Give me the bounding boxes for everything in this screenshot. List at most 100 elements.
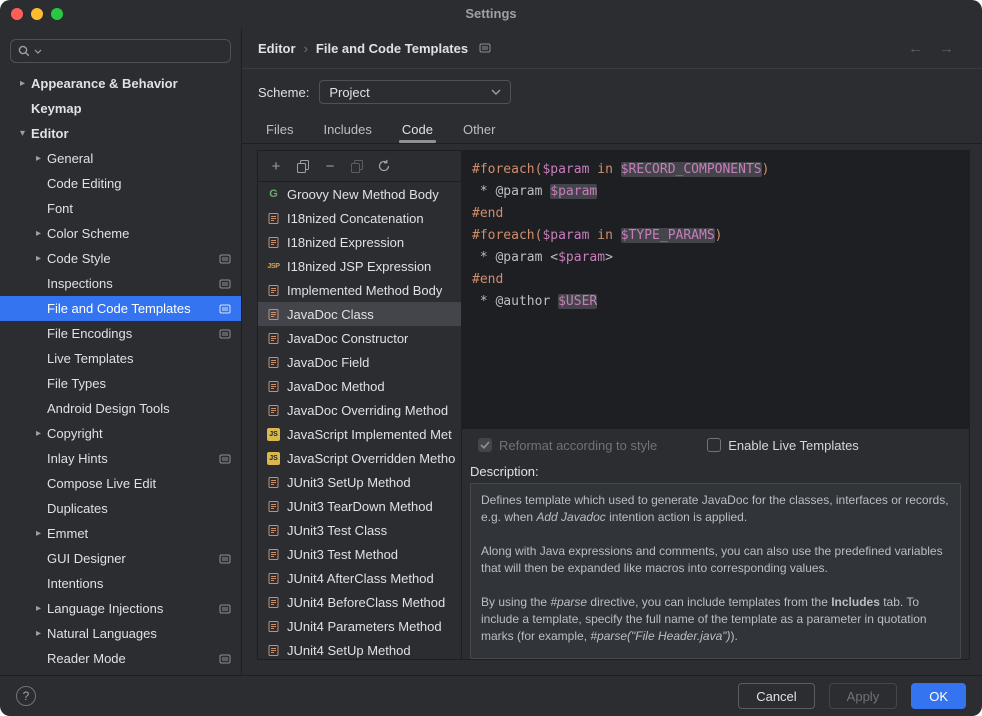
in-editor-view-icon[interactable]	[479, 42, 491, 54]
tab-other[interactable]: Other	[463, 116, 496, 143]
template-item-junit4-parameters-method[interactable]: JUnit4 Parameters Method	[258, 614, 461, 638]
enable-live-templates-checkbox[interactable]: Enable Live Templates	[707, 438, 859, 453]
chevron-right-icon[interactable]: ▸	[30, 428, 47, 439]
template-item-junit4-afterclass-method[interactable]: JUnit4 AfterClass Method	[258, 566, 461, 590]
sidebar-item-label: Keymap	[31, 101, 82, 116]
ok-button[interactable]: OK	[911, 683, 966, 709]
template-item-i18nized-jsp-expression[interactable]: JSPI18nized JSP Expression	[258, 254, 461, 278]
revert-icon[interactable]	[376, 158, 392, 174]
sidebar-item-compose-live-edit[interactable]: Compose Live Edit	[0, 471, 241, 496]
template-item-javadoc-overriding-method[interactable]: JavaDoc Overriding Method	[258, 398, 461, 422]
template-item-javadoc-field[interactable]: JavaDoc Field	[258, 350, 461, 374]
help-button[interactable]: ?	[16, 686, 36, 706]
chevron-right-icon[interactable]: ▸	[30, 253, 47, 264]
cancel-button[interactable]: Cancel	[738, 683, 814, 709]
chevron-right-icon[interactable]: ▸	[30, 153, 47, 164]
template-item-implemented-method-body[interactable]: Implemented Method Body	[258, 278, 461, 302]
template-item-i18nized-concatenation[interactable]: I18nized Concatenation	[258, 206, 461, 230]
close-button[interactable]	[11, 8, 23, 20]
tab-code[interactable]: Code	[402, 116, 433, 143]
template-item-groovy-new-method-body[interactable]: GGroovy New Method Body	[258, 182, 461, 206]
template-item-junit3-teardown-method[interactable]: JUnit3 TearDown Method	[258, 494, 461, 518]
sidebar-item-intentions[interactable]: Intentions	[0, 571, 241, 596]
chevron-down-icon[interactable]: ▾	[14, 128, 31, 139]
sidebar-item-android-design-tools[interactable]: Android Design Tools	[0, 396, 241, 421]
sidebar-item-emmet[interactable]: ▸Emmet	[0, 521, 241, 546]
chevron-right-icon[interactable]: ▸	[14, 78, 31, 89]
sidebar-item-file-types[interactable]: File Types	[0, 371, 241, 396]
sidebar-item-file-and-code-templates[interactable]: File and Code Templates	[0, 296, 241, 321]
chevron-right-icon[interactable]: ▸	[30, 228, 47, 239]
template-item-javadoc-constructor[interactable]: JavaDoc Constructor	[258, 326, 461, 350]
template-item-i18nized-expression[interactable]: I18nized Expression	[258, 230, 461, 254]
template-item-junit4-beforeclass-method[interactable]: JUnit4 BeforeClass Method	[258, 590, 461, 614]
sidebar-item-language-injections[interactable]: ▸Language Injections	[0, 596, 241, 621]
sidebar-item-natural-languages[interactable]: ▸Natural Languages	[0, 621, 241, 646]
sidebar-item-editor[interactable]: ▾Editor	[0, 121, 241, 146]
tpl-icon	[266, 596, 281, 609]
minimize-button[interactable]	[31, 8, 43, 20]
sidebar-item-reader-mode[interactable]: Reader Mode	[0, 646, 241, 671]
template-item-label: JUnit4 BeforeClass Method	[287, 595, 445, 610]
zoom-button[interactable]	[51, 8, 63, 20]
editor-preview-icon	[219, 278, 231, 290]
template-item-junit4-setup-method[interactable]: JUnit4 SetUp Method	[258, 638, 461, 659]
sidebar-item-label: Language Injections	[47, 601, 163, 616]
template-item-junit3-test-method[interactable]: JUnit3 Test Method	[258, 542, 461, 566]
chevron-right-icon[interactable]: ▸	[30, 628, 47, 639]
add-icon[interactable]: +	[268, 158, 284, 174]
settings-window: Settings ▸Appearance & BehaviorKeymap▾Ed…	[0, 0, 982, 716]
apply-button[interactable]: Apply	[829, 683, 898, 709]
sidebar-item-label: Inlay Hints	[47, 451, 108, 466]
template-item-javascript-overridden-metho[interactable]: JSJavaScript Overridden Metho	[258, 446, 461, 470]
chevron-down-icon[interactable]	[34, 49, 42, 54]
template-item-label: JUnit4 Parameters Method	[287, 619, 442, 634]
sidebar-item-code-style[interactable]: ▸Code Style	[0, 246, 241, 271]
chevron-right-icon[interactable]: ▸	[30, 528, 47, 539]
scheme-dropdown[interactable]: Project	[319, 80, 511, 104]
settings-search-box[interactable]	[10, 39, 231, 63]
duplicate-icon[interactable]	[349, 158, 365, 174]
sidebar-item-duplicates[interactable]: Duplicates	[0, 496, 241, 521]
template-item-javadoc-method[interactable]: JavaDoc Method	[258, 374, 461, 398]
sidebar-item-appearance-behavior[interactable]: ▸Appearance & Behavior	[0, 71, 241, 96]
breadcrumb-separator-icon: ›	[304, 41, 308, 56]
sidebar-item-copyright[interactable]: ▸Copyright	[0, 421, 241, 446]
reformat-checkbox-label: Reformat according to style	[499, 438, 657, 453]
sidebar-item-gui-designer[interactable]: GUI Designer	[0, 546, 241, 571]
template-item-junit3-test-class[interactable]: JUnit3 Test Class	[258, 518, 461, 542]
copy-icon[interactable]	[295, 158, 311, 174]
tpl-icon	[266, 572, 281, 585]
template-item-label: JavaDoc Overriding Method	[287, 403, 448, 418]
code-line: #end	[472, 269, 969, 291]
search-input[interactable]	[45, 43, 224, 60]
search-icon	[17, 44, 31, 58]
sidebar-item-live-templates[interactable]: Live Templates	[0, 346, 241, 371]
tab-files[interactable]: Files	[266, 116, 293, 143]
code-line: * @param $param	[472, 181, 969, 203]
sidebar-item-file-encodings[interactable]: File Encodings	[0, 321, 241, 346]
reformat-checkbox[interactable]: Reformat according to style	[478, 438, 657, 453]
sidebar-item-label: Code Editing	[47, 176, 121, 191]
template-item-javadoc-class[interactable]: JavaDoc Class	[258, 302, 461, 326]
sidebar-item-inspections[interactable]: Inspections	[0, 271, 241, 296]
template-item-javascript-implemented-met[interactable]: JSJavaScript Implemented Met	[258, 422, 461, 446]
description-paragraph: By using the #parse directive, you can i…	[481, 594, 950, 645]
sidebar-item-color-scheme[interactable]: ▸Color Scheme	[0, 221, 241, 246]
back-arrow-icon[interactable]: ←	[908, 40, 923, 57]
sidebar-item-font[interactable]: Font	[0, 196, 241, 221]
code-line: * @param <$param>	[472, 247, 969, 269]
template-code-editor[interactable]: #foreach($param in $RECORD_COMPONENTS) *…	[462, 151, 969, 429]
remove-icon[interactable]: −	[322, 158, 338, 174]
sidebar-item-keymap[interactable]: Keymap	[0, 96, 241, 121]
breadcrumb-editor[interactable]: Editor	[258, 41, 296, 56]
sidebar-item-code-editing[interactable]: Code Editing	[0, 171, 241, 196]
settings-sidebar: ▸Appearance & BehaviorKeymap▾Editor▸Gene…	[0, 28, 242, 676]
sidebar-item-inlay-hints[interactable]: Inlay Hints	[0, 446, 241, 471]
forward-arrow-icon[interactable]: →	[939, 40, 954, 57]
chevron-right-icon[interactable]: ▸	[30, 603, 47, 614]
template-item-junit3-setup-method[interactable]: JUnit3 SetUp Method	[258, 470, 461, 494]
sidebar-item-label: Appearance & Behavior	[31, 76, 178, 91]
sidebar-item-general[interactable]: ▸General	[0, 146, 241, 171]
tab-includes[interactable]: Includes	[323, 116, 371, 143]
